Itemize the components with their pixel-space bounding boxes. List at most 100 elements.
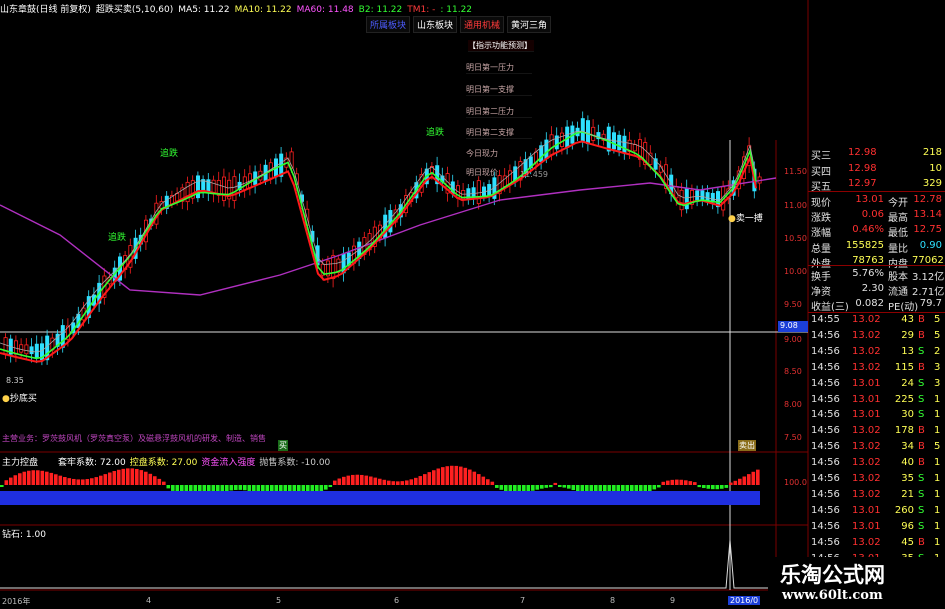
tick-price: 13.02 bbox=[852, 457, 881, 469]
flow-bar bbox=[432, 470, 436, 485]
flow-bar bbox=[85, 479, 90, 485]
candle bbox=[232, 176, 237, 201]
menu-item[interactable]: 明日第二压力 bbox=[466, 106, 532, 118]
menu-header[interactable]: 【指示功能预测】 bbox=[468, 40, 534, 52]
flow-bar bbox=[99, 475, 103, 485]
flow-bar bbox=[747, 474, 751, 485]
bid-price: 12.97 bbox=[848, 178, 877, 189]
flow-bar bbox=[733, 480, 738, 485]
flow-bar bbox=[90, 478, 94, 485]
flow-bar bbox=[58, 475, 63, 485]
tick-price: 13.02 bbox=[852, 473, 881, 484]
tick-side: B bbox=[918, 361, 925, 373]
tick-volume: 35 bbox=[901, 473, 914, 484]
menu-item[interactable]: 明日第一压力 bbox=[466, 62, 532, 74]
flow-bar bbox=[238, 485, 243, 490]
tick-price: 13.02 bbox=[852, 314, 881, 325]
flow-bar bbox=[234, 485, 238, 490]
flow-bar bbox=[135, 468, 139, 485]
tick-volume: 34 bbox=[901, 441, 914, 453]
candle bbox=[29, 346, 34, 355]
flow-bar bbox=[162, 481, 166, 485]
tick-volume: 225 bbox=[894, 393, 914, 405]
flow-bar bbox=[427, 472, 432, 485]
bid-price: 12.98 bbox=[848, 147, 877, 158]
tab-sector[interactable]: 所属板块 bbox=[366, 16, 411, 33]
low-label: 8.35 bbox=[6, 376, 24, 385]
candle bbox=[476, 180, 481, 205]
capital-flow-bars bbox=[0, 465, 760, 505]
sub1-param: 抛售系数: -10.00 bbox=[259, 458, 331, 468]
tick-time: 14:56 bbox=[811, 377, 840, 389]
flow-bar bbox=[387, 480, 391, 485]
stat-label: 涨跌 bbox=[811, 213, 831, 225]
flow-bar bbox=[436, 468, 441, 485]
candle bbox=[549, 134, 554, 156]
flow-bar bbox=[540, 485, 544, 489]
tick-count: 5 bbox=[934, 314, 941, 325]
tick-count: 5 bbox=[934, 329, 941, 341]
tick-time: 14:56 bbox=[811, 425, 840, 437]
candle bbox=[60, 325, 65, 348]
menu-item[interactable]: 明日第一支撑 bbox=[466, 84, 532, 96]
flow-bar bbox=[657, 485, 661, 488]
flow-bar bbox=[729, 482, 733, 485]
tick-count: 2 bbox=[934, 345, 941, 357]
tick-time: 14:56 bbox=[811, 520, 840, 532]
flow-bar bbox=[697, 485, 702, 488]
stat-row: 现价 13.01 今开 12.78 bbox=[808, 194, 945, 209]
watermark-url: www.60lt.com bbox=[782, 588, 883, 603]
tick-count: 1 bbox=[934, 520, 941, 532]
tick-price: 13.02 bbox=[852, 345, 881, 357]
flow-bar bbox=[243, 485, 247, 491]
tick-volume: 45 bbox=[901, 536, 914, 548]
tick-side: B bbox=[918, 536, 925, 548]
tick-price: 13.02 bbox=[852, 361, 881, 373]
tab-machinery[interactable]: 通用机械 bbox=[460, 16, 505, 33]
tick-side: S bbox=[918, 473, 925, 484]
flow-bar bbox=[112, 471, 117, 485]
flow-bar bbox=[0, 485, 4, 487]
flow-bar bbox=[63, 477, 67, 485]
flow-bar bbox=[414, 477, 418, 485]
tick-time: 14:56 bbox=[811, 441, 840, 453]
tick-volume: 29 bbox=[901, 329, 914, 341]
flow-bar bbox=[144, 471, 148, 485]
tick-price: 13.01 bbox=[852, 377, 881, 389]
flow-bar bbox=[688, 481, 693, 485]
flow-bar bbox=[454, 465, 459, 485]
price-axis-label: 9.00 bbox=[784, 335, 802, 344]
menu-item[interactable]: 明日第二支撑 bbox=[466, 127, 532, 139]
flow-bar bbox=[567, 485, 571, 489]
tick-price: 13.01 bbox=[852, 393, 881, 405]
tick-row: 14:55 13.02 43 B 5 bbox=[808, 314, 945, 326]
sub1-title: 主力控盘 bbox=[2, 458, 39, 468]
x-axis-current: 2016/0 bbox=[728, 596, 761, 605]
tab-shandong[interactable]: 山东板块 bbox=[413, 16, 458, 33]
tick-row: 14:56 13.02 178 B 1 bbox=[808, 425, 945, 437]
tick-row: 14:56 13.02 29 B 5 bbox=[808, 330, 945, 342]
buy-marker-icon: ● bbox=[2, 394, 10, 404]
flow-bar bbox=[4, 480, 9, 485]
flow-bar bbox=[22, 471, 27, 485]
signal-label: 追跌 bbox=[160, 149, 179, 159]
tick-row: 14:56 13.02 13 S 2 bbox=[808, 346, 945, 358]
flow-bar bbox=[535, 485, 540, 490]
sector-tabs: 所属板块 山东板块 通用机械 黄河三角 bbox=[366, 16, 552, 33]
stat-label: 流通 bbox=[888, 287, 908, 298]
tick-row: 14:56 13.02 35 S 1 bbox=[808, 473, 945, 485]
menu-item[interactable]: 今日现力 bbox=[466, 148, 532, 159]
stat-value: 79.7 bbox=[919, 298, 942, 309]
flow-bar bbox=[576, 485, 580, 492]
last-value: : 11.22 bbox=[440, 5, 473, 15]
flow-bar bbox=[715, 485, 720, 490]
sub1-param: 控盘系数: 27.00 bbox=[129, 458, 198, 468]
flow-bar bbox=[157, 478, 162, 485]
tick-time: 14:56 bbox=[811, 361, 840, 373]
tick-row: 14:56 13.01 30 S 1 bbox=[808, 409, 945, 421]
tick-time: 14:56 bbox=[811, 504, 840, 516]
tab-yellow-river[interactable]: 黄河三角 bbox=[507, 16, 552, 33]
flow-bar bbox=[472, 471, 477, 485]
flow-bar bbox=[526, 485, 531, 492]
stat-value: 5.76% bbox=[852, 268, 884, 279]
